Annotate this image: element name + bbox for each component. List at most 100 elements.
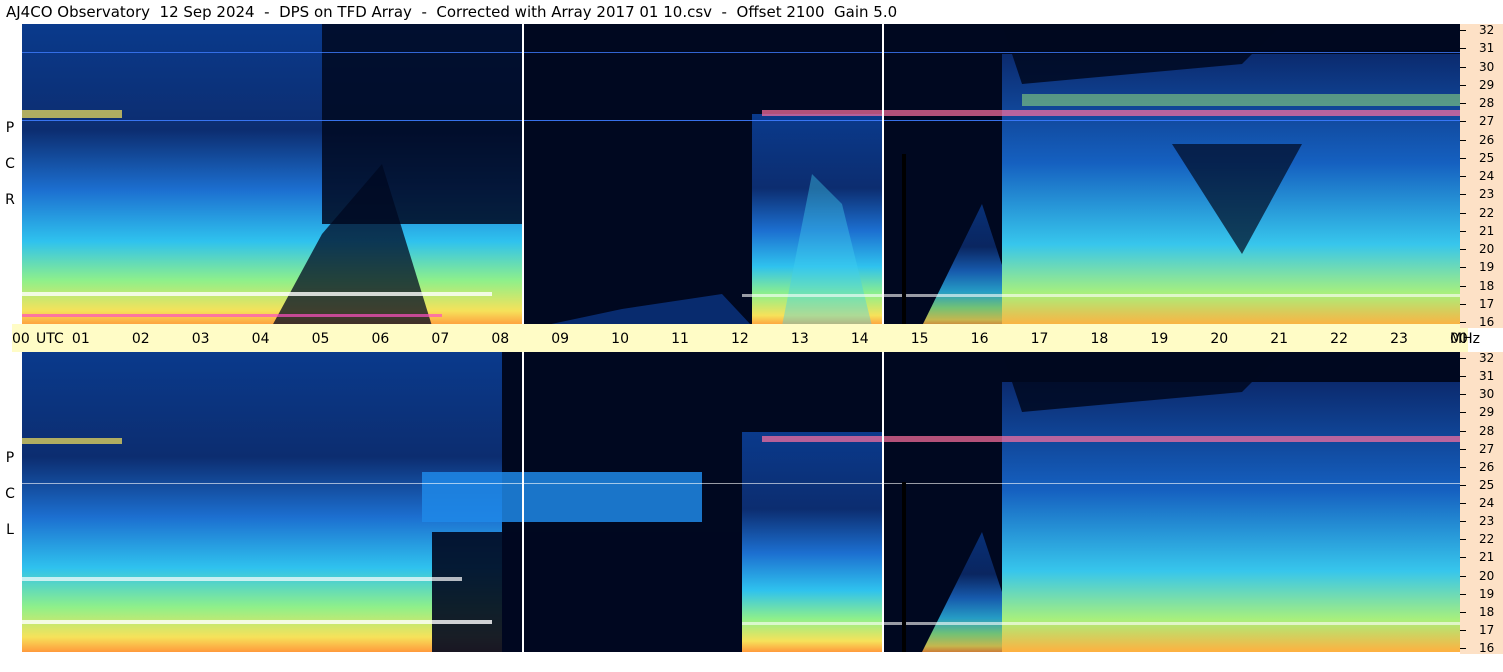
freq-tick-label: 19 <box>1479 260 1495 275</box>
freq-tick-mark <box>1460 575 1466 577</box>
time-tick-label: 17 <box>1030 331 1049 347</box>
freq-tick-label: 28 <box>1479 423 1495 438</box>
time-tick-label: 04 <box>251 331 270 347</box>
freq-tick-mark <box>1460 484 1466 486</box>
freq-tick-label: 22 <box>1479 532 1495 547</box>
freq-tick-label: 27 <box>1479 114 1495 129</box>
freq-tick-label: 31 <box>1479 369 1495 384</box>
time-tick-label: 05 <box>311 331 330 347</box>
time-tick-label: 22 <box>1330 331 1348 347</box>
pol-letter: C <box>5 156 15 172</box>
time-axis: UTC MHz 00 01 02 03 04 05 06 07 08 09 10 11 12 13 14 15… <box>12 324 1480 352</box>
freq-tick-mark <box>1460 412 1466 414</box>
top-polarization-label: P C R <box>0 120 20 220</box>
freq-tick-label: 25 <box>1479 477 1495 492</box>
freq-tick-label: 30 <box>1479 59 1495 74</box>
time-tick-label: 02 <box>131 331 150 347</box>
freq-tick-label: 17 <box>1479 296 1495 311</box>
freq-tick-label: 30 <box>1479 387 1495 402</box>
freq-tick-label: 32 <box>1479 24 1495 37</box>
freq-tick-mark <box>1460 593 1466 595</box>
freq-tick-label: 23 <box>1479 514 1495 529</box>
pol-letter: C <box>5 486 15 502</box>
tick-label-utc: UTC <box>36 331 64 347</box>
freq-tick-label: 27 <box>1479 441 1495 456</box>
time-tick-label: 18 <box>1090 331 1109 347</box>
freq-tick-label: 16 <box>1479 641 1495 654</box>
time-tick-label: 23 <box>1390 331 1408 347</box>
freq-tick-label: 24 <box>1479 496 1495 510</box>
freq-tick-mark <box>1460 394 1466 396</box>
freq-tick-label: 32 <box>1479 352 1495 365</box>
freq-tick-label: 23 <box>1479 187 1495 202</box>
time-tick-label: 00 <box>1450 331 1468 347</box>
freq-tick-mark <box>1460 430 1466 432</box>
freq-tick-mark <box>1460 521 1466 523</box>
freq-tick-label: 29 <box>1479 77 1495 92</box>
chart-title: AJ4CO Observatory 12 Sep 2024 - DPS on T… <box>6 3 898 21</box>
freq-tick-mark <box>1460 121 1466 123</box>
freq-tick-mark <box>1460 611 1466 613</box>
freq-tick-label: 21 <box>1479 550 1495 565</box>
freq-tick-mark <box>1460 194 1466 196</box>
freq-tick-mark <box>1460 103 1466 104</box>
time-tick-label: 16 <box>970 331 989 347</box>
freq-tick-label: 28 <box>1479 96 1495 110</box>
freq-tick-label: 31 <box>1479 41 1495 56</box>
freq-axis-bottom: 32 31 30 29 28 27 26 25 24 23 22 21 20 19 18 17 16 <box>1460 352 1503 654</box>
freq-tick-label: 18 <box>1479 278 1495 293</box>
pol-letter: L <box>6 522 14 538</box>
freq-tick-label: 25 <box>1479 150 1495 165</box>
time-tick-label: 06 <box>371 331 390 347</box>
time-tick-label: 10 <box>611 331 629 347</box>
freq-tick-mark <box>1460 212 1466 214</box>
time-tick-label: 14 <box>850 331 869 347</box>
freq-tick-mark <box>1460 376 1466 378</box>
bottom-polarization-label: P C L <box>0 450 20 550</box>
time-tick-label: 07 <box>431 331 450 347</box>
freq-tick-label: 16 <box>1479 315 1495 328</box>
pol-letter: P <box>5 450 15 466</box>
time-tick-label: 15 <box>910 331 929 347</box>
time-tick-label: 19 <box>1150 331 1169 347</box>
spectrogram-rcp <box>22 24 1460 326</box>
freq-tick-mark <box>1460 539 1466 541</box>
freq-axis-top: 32 31 30 29 28 27 26 25 24 23 22 21 20 19 18 17 16 <box>1460 24 1503 328</box>
time-tick-label: 03 <box>191 331 210 347</box>
freq-tick-mark <box>1460 30 1466 31</box>
freq-tick-label: 21 <box>1479 223 1495 238</box>
freq-tick-mark <box>1460 267 1466 269</box>
freq-tick-mark <box>1460 230 1466 232</box>
freq-tick-mark <box>1460 66 1466 68</box>
freq-tick-mark <box>1460 84 1466 86</box>
freq-tick-label: 20 <box>1479 568 1495 583</box>
freq-tick-mark <box>1460 285 1466 287</box>
freq-tick-mark <box>1460 157 1466 159</box>
time-tick-label: 11 <box>671 331 689 347</box>
freq-tick-mark <box>1460 249 1466 250</box>
freq-tick-mark <box>1460 448 1466 450</box>
freq-tick-label: 24 <box>1479 169 1495 183</box>
freq-tick-label: 18 <box>1479 604 1495 619</box>
freq-tick-label: 29 <box>1479 405 1495 420</box>
freq-tick-mark <box>1460 466 1466 468</box>
freq-tick-mark <box>1460 303 1466 305</box>
freq-tick-label: 20 <box>1479 242 1495 256</box>
pol-letter: R <box>5 192 15 208</box>
time-tick-label: 21 <box>1270 331 1289 347</box>
time-tick-label: 12 <box>731 331 749 347</box>
time-tick-label: 13 <box>790 331 809 347</box>
spectrogram-lcp <box>22 352 1460 652</box>
time-tick-label: 20 <box>1210 331 1229 347</box>
freq-tick-mark <box>1460 648 1466 649</box>
freq-tick-mark <box>1460 48 1466 50</box>
freq-tick-mark <box>1460 358 1466 359</box>
time-tick-label: 00 <box>12 331 30 347</box>
pol-letter: P <box>5 120 15 136</box>
time-tick-label: 09 <box>551 331 570 347</box>
freq-tick-label: 22 <box>1479 205 1495 220</box>
freq-tick-label: 26 <box>1479 459 1495 474</box>
freq-tick-mark <box>1460 139 1466 141</box>
freq-tick-mark <box>1460 629 1466 631</box>
freq-tick-mark <box>1460 503 1466 504</box>
